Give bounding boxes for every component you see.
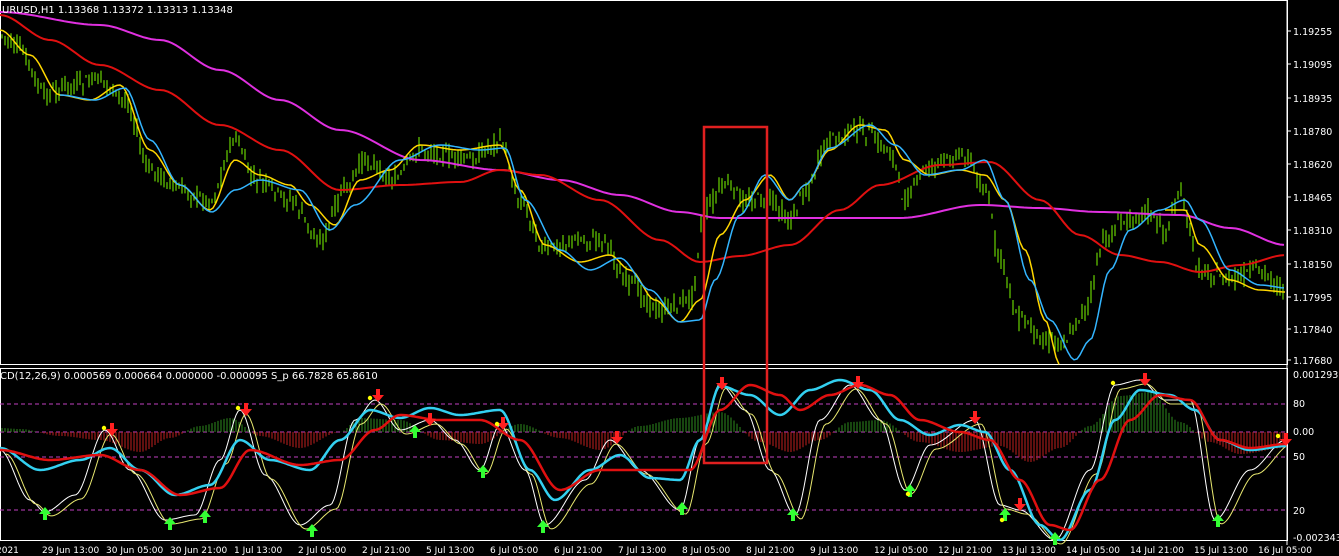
signal-dot-marker — [1110, 380, 1116, 386]
price-axis-label: 1.17995 — [1293, 293, 1333, 304]
buy-arrow-up-icon — [787, 508, 799, 521]
buy-arrow-up-icon — [39, 507, 51, 520]
signal-dot-marker — [999, 517, 1005, 523]
buy-arrow-up-icon — [199, 510, 211, 523]
price-axis-label: 1.19095 — [1293, 60, 1333, 71]
indicator-axis-label: -0.002343 — [1293, 533, 1339, 544]
time-axis-label: 12 Jul 21:00 — [938, 546, 992, 556]
time-axis-label: 7 Jul 13:00 — [618, 546, 667, 556]
sell-arrow-down-icon — [611, 431, 623, 444]
sell-arrow-down-icon — [969, 411, 981, 424]
ma-mid-red-line — [0, 14, 1285, 274]
ma-fast-blue-line — [59, 87, 1285, 361]
trading-chart-window[interactable]: URUSD,H1 1.13368 1.13372 1.13313 1.13348… — [0, 0, 1339, 556]
time-axis-label: 12 Jul 05:00 — [874, 546, 928, 556]
time-axis-label: 13 Jul 13:00 — [1002, 546, 1056, 556]
main-panel-border — [0, 0, 1288, 365]
ma-fast-yellow-line — [1165, 209, 1286, 293]
time-axis-label: 2021 — [0, 546, 19, 556]
time-axis-label: 2 Jul 21:00 — [362, 546, 411, 556]
price-axis-label: 1.18935 — [1293, 94, 1333, 105]
time-axis-label: 9 Jul 13:00 — [810, 546, 859, 556]
buy-arrow-up-icon — [1212, 514, 1224, 527]
time-axis-label: 5 Jul 13:00 — [426, 546, 475, 556]
ma-fast-yellow-line — [0, 29, 1060, 365]
indicator-axis-label: 80 — [1293, 399, 1306, 410]
indicator-axis-label: 0.001293 — [1293, 370, 1339, 381]
ma-slow-magenta-line — [0, 11, 1285, 246]
time-axis-label: 6 Jul 05:00 — [490, 546, 539, 556]
buy-arrow-up-icon — [676, 502, 688, 515]
signal-dot-marker — [494, 421, 500, 427]
price-axis-label: 1.18780 — [1293, 127, 1333, 138]
price-axis-label: 1.18465 — [1293, 193, 1333, 204]
buy-arrow-up-icon — [477, 465, 489, 478]
time-axis-label: 14 Jul 05:00 — [1066, 546, 1120, 556]
time-axis-label: 8 Jul 05:00 — [682, 546, 731, 556]
price-axis-label: 1.17680 — [1293, 356, 1333, 367]
price-axis-label: 1.18150 — [1293, 260, 1333, 271]
indicator-axis-label: 0.00 — [1293, 427, 1315, 438]
price-axis-label: 1.17840 — [1293, 325, 1333, 336]
time-axis-label: 29 Jun 13:00 — [42, 546, 100, 556]
sell-arrow-down-icon — [240, 403, 252, 416]
time-axis-label: 14 Jul 21:00 — [1130, 546, 1184, 556]
macd-histogram-group — [1, 392, 1284, 462]
buy-arrow-up-icon — [537, 520, 549, 533]
candles-group — [1, 33, 1284, 354]
time-axis-label: 30 Jun 21:00 — [170, 546, 228, 556]
signal-dot-marker — [1275, 433, 1281, 439]
time-axis-label: 30 Jun 05:00 — [106, 546, 164, 556]
time-axis-label: 1 Jul 13:00 — [234, 546, 283, 556]
indicator-info-label: CD(12,26,9) 0.000569 0.000664 0.000000 -… — [0, 371, 378, 382]
price-chart-canvas[interactable] — [0, 0, 1339, 556]
time-axis-label: 6 Jul 21:00 — [554, 546, 603, 556]
price-axis-label: 1.18310 — [1293, 226, 1333, 237]
time-axis-label: 15 Jul 13:00 — [1194, 546, 1248, 556]
price-axis-label: 1.19255 — [1293, 27, 1333, 38]
time-axis-label: 2 Jul 05:00 — [298, 546, 347, 556]
signal-dot-marker — [905, 491, 911, 497]
time-axis-label: 8 Jul 21:00 — [746, 546, 795, 556]
time-axis-label: 16 Jul 05:00 — [1258, 546, 1312, 556]
signal-dot-marker — [235, 405, 241, 411]
signal-dot-marker — [367, 395, 373, 401]
indicator-axis-label: 20 — [1293, 506, 1306, 517]
buy-arrow-up-icon — [306, 524, 318, 537]
indicator-axis-label: 50 — [1293, 452, 1306, 463]
symbol-info-label: URUSD,H1 1.13368 1.13372 1.13313 1.13348 — [2, 5, 233, 16]
signal-dot-marker — [101, 425, 107, 431]
price-axis-label: 1.18620 — [1293, 160, 1333, 171]
